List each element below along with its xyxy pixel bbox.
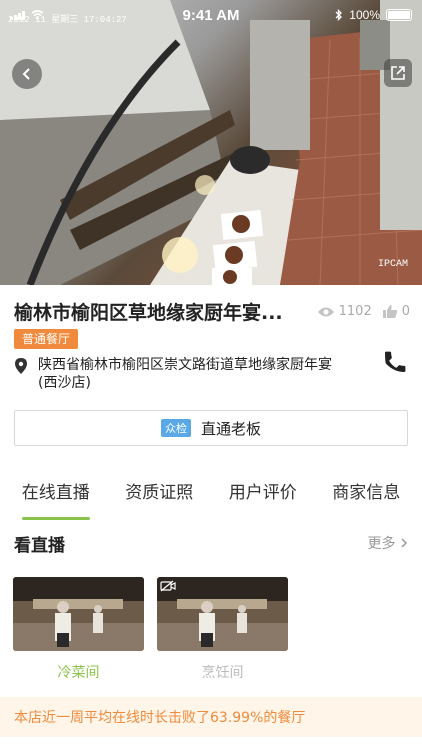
camera-view[interactable]: 2012 11 星期三 17:04:27 9:41 AM 100% IPCAM	[0, 0, 422, 285]
battery-icon	[386, 9, 412, 21]
live-card-label: 烹饪间	[201, 665, 244, 681]
thumbs-up-icon[interactable]	[382, 304, 398, 319]
online-rank-text: 本店近一周平均在线时长击败了63.99%的餐厅	[14, 710, 306, 726]
more-label: 更多	[367, 536, 396, 552]
direct-tag: 众检	[160, 419, 191, 437]
kitchen-thumbnail	[13, 577, 144, 651]
tab-merchant-info[interactable]: 商家信息	[332, 476, 400, 512]
live-card[interactable]: 冷菜间	[13, 577, 144, 682]
shop-stats: 1102 0	[317, 304, 410, 319]
tab-licenses[interactable]: 资质证照	[125, 476, 193, 512]
address-row: 陕西省榆林市榆阳区崇文路街道草地缘家厨年宴(西沙店)	[14, 356, 410, 392]
tab-reviews[interactable]: 用户评价	[229, 476, 297, 512]
camera-off-icon	[160, 580, 176, 592]
back-button[interactable]	[12, 59, 42, 89]
wifi-icon	[31, 10, 44, 20]
online-rank-banner: 本店近一周平均在线时长击败了63.99%的餐厅	[0, 697, 422, 737]
section-title: 看直播	[14, 536, 65, 556]
live-card-label: 冷菜间	[57, 665, 100, 681]
external-link-icon	[391, 66, 405, 80]
chevron-left-icon	[22, 68, 30, 80]
bluetooth-icon	[335, 9, 343, 21]
live-card[interactable]: 烹饪间	[157, 577, 288, 682]
more-link[interactable]: 更多	[368, 533, 408, 553]
phone-icon[interactable]	[382, 349, 408, 375]
shop-address: 陕西省榆林市榆阳区崇文路街道草地缘家厨年宴(西沙店)	[38, 357, 332, 391]
chevron-right-icon	[401, 538, 408, 548]
direct-boss-button[interactable]: 众检 直通老板	[14, 410, 408, 446]
status-bar: 9:41 AM 100%	[0, 0, 422, 30]
fullscreen-button[interactable]	[384, 59, 412, 87]
tab-bar: 在线直播 资质证照 用户评价 商家信息	[0, 476, 422, 520]
location-pin-icon	[15, 358, 27, 374]
direct-label: 直通老板	[200, 419, 261, 438]
camera-scene	[0, 0, 422, 285]
shop-title: 榆林市榆阳区草地缘家厨年宴...	[14, 302, 283, 324]
kitchen-thumbnail	[157, 577, 288, 651]
shop-title-row: 榆林市榆阳区草地缘家厨年宴... 1102 0	[14, 298, 410, 325]
likes-count: 0	[401, 304, 410, 319]
live-thumbnail[interactable]	[157, 577, 288, 651]
live-thumbnail[interactable]	[13, 577, 144, 651]
camera-watermark: IPCAM	[377, 259, 408, 270]
signal-icon	[10, 10, 25, 20]
eye-icon	[317, 307, 334, 316]
category-badge: 普通餐厅	[14, 329, 79, 349]
battery-percent: 100%	[349, 8, 380, 22]
views-count: 1102	[338, 304, 372, 319]
tab-live[interactable]: 在线直播	[21, 476, 90, 520]
status-time: 9:41 AM	[182, 6, 240, 24]
